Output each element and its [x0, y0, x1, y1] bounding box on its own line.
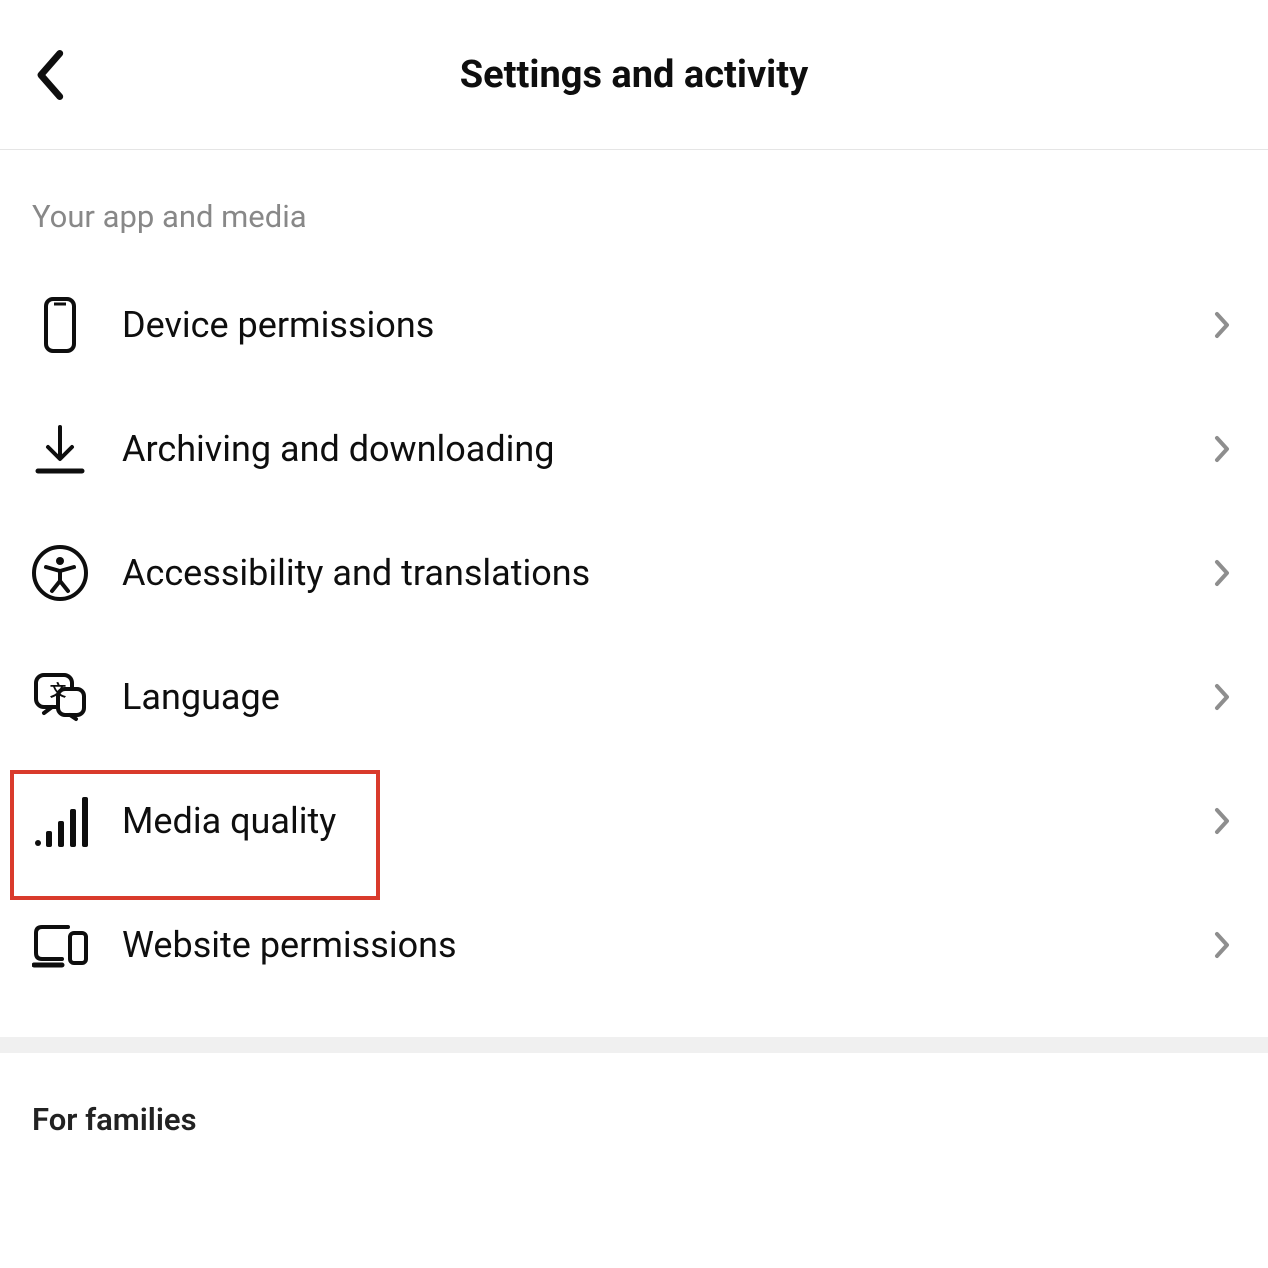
- section-divider: [0, 1037, 1268, 1053]
- chevron-right-icon: [1208, 559, 1236, 587]
- svg-text:文: 文: [50, 681, 67, 700]
- item-label: Language: [88, 676, 1208, 718]
- settings-item-device-permissions[interactable]: Device permissions: [0, 263, 1268, 387]
- item-label: Archiving and downloading: [88, 428, 1208, 470]
- item-label: Website permissions: [88, 924, 1208, 966]
- section-your-app-and-media: Your app and media Device permissions Ar…: [0, 150, 1268, 1007]
- settings-item-website-permissions[interactable]: Website permissions: [0, 883, 1268, 1007]
- chevron-right-icon: [1208, 683, 1236, 711]
- section-for-families: For families: [0, 1053, 1268, 1138]
- chevron-right-icon: [1208, 435, 1236, 463]
- item-label: Accessibility and translations: [88, 552, 1208, 594]
- header-bar: Settings and activity: [0, 0, 1268, 150]
- chevron-right-icon: [1208, 311, 1236, 339]
- devices-icon: [32, 917, 88, 973]
- settings-item-accessibility-translations[interactable]: Accessibility and translations: [0, 511, 1268, 635]
- settings-item-language[interactable]: 文 Language: [0, 635, 1268, 759]
- download-icon: [32, 421, 88, 477]
- item-label: Media quality: [88, 800, 1208, 842]
- page-title: Settings and activity: [24, 53, 1244, 97]
- chevron-right-icon: [1208, 807, 1236, 835]
- settings-item-media-quality[interactable]: Media quality: [0, 759, 1268, 883]
- bars-icon: [32, 793, 88, 849]
- section-header-for-families: For families: [32, 1101, 1236, 1138]
- section-header-your-app-and-media: Your app and media: [0, 198, 1268, 263]
- settings-item-archiving-downloading[interactable]: Archiving and downloading: [0, 387, 1268, 511]
- language-icon: 文: [32, 669, 88, 725]
- accessibility-icon: [32, 545, 88, 601]
- phone-icon: [32, 297, 88, 353]
- item-label: Device permissions: [88, 304, 1208, 346]
- chevron-right-icon: [1208, 931, 1236, 959]
